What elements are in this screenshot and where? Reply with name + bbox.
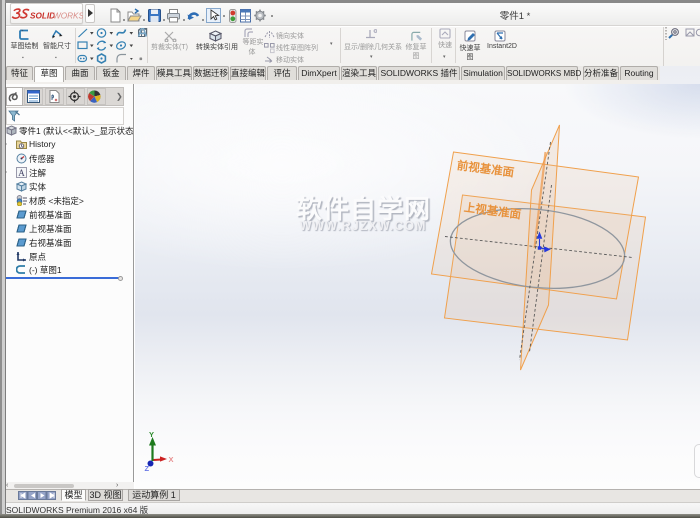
svg-text:A: A bbox=[18, 168, 25, 178]
svg-text:Y: Y bbox=[149, 430, 154, 439]
svg-text:Z: Z bbox=[144, 464, 149, 473]
svg-text:X: X bbox=[168, 455, 173, 464]
svg-text:WORKS: WORKS bbox=[53, 12, 83, 21]
svg-text:SOLID: SOLID bbox=[30, 12, 55, 21]
